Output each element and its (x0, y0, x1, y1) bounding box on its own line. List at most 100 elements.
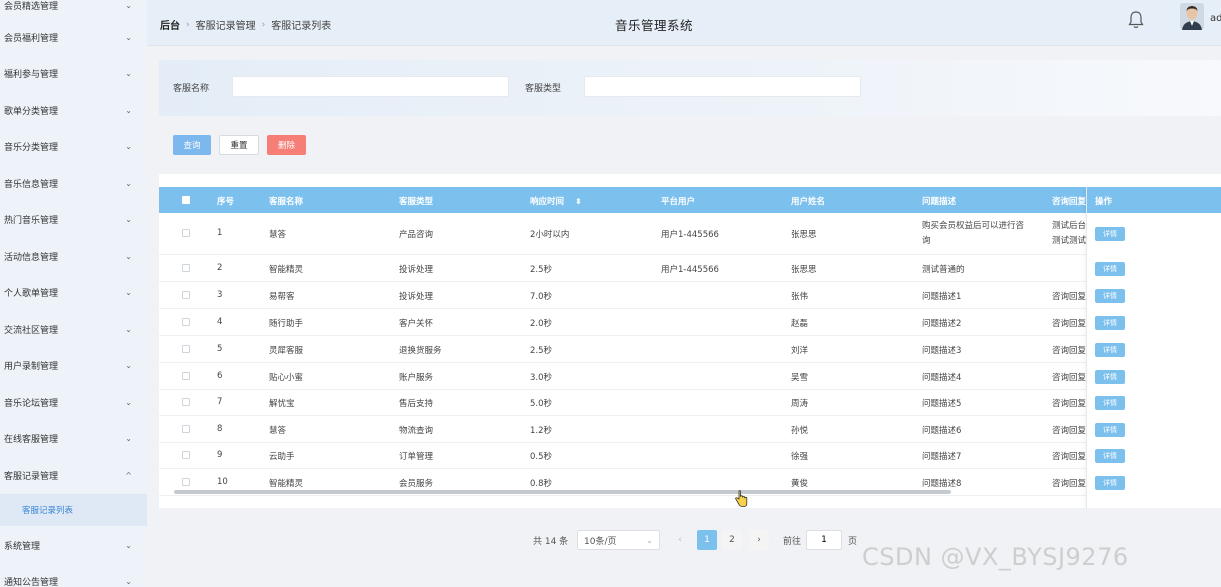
row-checkbox[interactable] (182, 264, 190, 272)
table-header: 序号 客服名称 客服类型 响应时间 ⬍ 平台用户 用户姓名 问题描述 咨询回复 (159, 187, 1221, 213)
sidebar-item[interactable]: 音乐分类管理 ⌄ (0, 128, 147, 164)
cell-reply: 咨询回复 (1052, 292, 1087, 302)
avatar-icon (1180, 3, 1204, 30)
breadcrumb: 后台 › 客服记录管理 › 客服记录列表 (160, 17, 332, 33)
customer-service-type-label: 客服类型 (525, 84, 562, 94)
cell-response-time: 0.5秒 (530, 452, 553, 462)
cell-problem: 问题描述5 (922, 399, 962, 409)
table-row[interactable]: 4 随行助手 客户关怀 2.0秒 赵磊 问题描述2 咨询回复 (159, 309, 1221, 336)
detail-button[interactable]: 详情 (1095, 423, 1125, 437)
table-row[interactable]: 1 慧答 产品咨询 2小时以内 用户1-445566 张思思 购买会员权益后可以进行咨询 测试… (159, 213, 1221, 255)
sidebar-item[interactable]: 客服记录管理 ^ (0, 457, 147, 493)
admin-name[interactable]: ad (1210, 13, 1221, 24)
row-checkbox[interactable] (182, 478, 190, 486)
cell-name: 灵犀客服 (269, 346, 304, 356)
cell-user-name: 张思思 (791, 265, 817, 275)
cell-problem: 问题描述7 (922, 452, 962, 462)
avatar[interactable] (1180, 3, 1204, 30)
sidebar-subitem-label: 客服记录列表 (22, 506, 74, 516)
cell-user-name: 吴雪 (791, 373, 809, 383)
cell-problem: 问题描述4 (922, 373, 962, 383)
breadcrumb-section[interactable]: 客服记录管理 (196, 17, 256, 32)
row-checkbox[interactable] (182, 372, 190, 380)
sidebar-item[interactable]: 音乐信息管理 ⌄ (0, 165, 147, 201)
chevron-down-icon: ⌄ (646, 535, 653, 545)
table-row[interactable]: 8 慧答 物流查询 1.2秒 孙悦 问题描述6 咨询回复 (159, 416, 1221, 443)
detail-button[interactable]: 详情 (1095, 289, 1125, 303)
breadcrumb-separator: › (261, 19, 266, 30)
sidebar-item-label: 个人歌单管理 (4, 288, 59, 299)
cell-response-time: 7.0秒 (530, 292, 553, 302)
cell-user-name: 赵磊 (791, 319, 809, 329)
chevron-down-icon: ⌄ (125, 178, 132, 188)
goto-page-input[interactable] (806, 530, 842, 550)
sidebar-item[interactable]: 福利参与管理 ⌄ (0, 55, 147, 91)
row-checkbox[interactable] (182, 318, 190, 326)
customer-service-name-input[interactable] (232, 76, 509, 97)
table-row[interactable]: 6 贴心小蜜 账户服务 3.0秒 吴雪 问题描述4 咨询回复 (159, 363, 1221, 390)
row-checkbox[interactable] (182, 398, 190, 406)
horizontal-scrollbar[interactable] (174, 490, 951, 494)
sidebar-item[interactable]: 在线客服管理 ⌄ (0, 420, 147, 456)
row-checkbox[interactable] (182, 291, 190, 299)
prev-page-button[interactable]: ‹ (670, 530, 690, 550)
sidebar-item[interactable]: 热门音乐管理 ⌄ (0, 201, 147, 237)
page-size-value: 10条/页 (584, 536, 617, 547)
page-2-button[interactable]: 2 (722, 530, 742, 550)
delete-button[interactable]: 删除 (267, 135, 306, 155)
next-page-button[interactable]: › (749, 530, 769, 550)
detail-button[interactable]: 详情 (1095, 449, 1125, 463)
sidebar-item-label: 活动信息管理 (4, 252, 59, 263)
table-row[interactable]: 3 易帮客 投诉处理 7.0秒 张伟 问题描述1 咨询回复 (159, 282, 1221, 309)
customer-service-type-input[interactable] (584, 76, 861, 97)
row-checkbox[interactable] (182, 229, 190, 237)
cell-type: 投诉处理 (399, 265, 434, 275)
row-checkbox[interactable] (182, 425, 190, 433)
detail-button[interactable]: 详情 (1095, 396, 1125, 410)
detail-button[interactable]: 详情 (1095, 476, 1125, 490)
table-row[interactable]: 9 云助手 订单管理 0.5秒 徐强 问题描述7 咨询回复 (159, 443, 1221, 469)
sidebar-item[interactable]: 音乐论坛管理 ⌄ (0, 384, 147, 420)
table-row[interactable]: 2 智能精灵 投诉处理 2.5秒 用户1-445566 张思思 测试普通的 (159, 255, 1221, 282)
column-problem: 问题描述 (922, 197, 957, 207)
table-row[interactable]: 5 灵犀客服 退换货服务 2.5秒 刘洋 问题描述3 咨询回复 (159, 336, 1221, 363)
cell-reply: 测试后台 (1052, 221, 1087, 231)
sidebar-item[interactable]: 歌单分类管理 ⌄ (0, 92, 147, 128)
chevron-down-icon: ⌄ (125, 32, 132, 42)
detail-button[interactable]: 详情 (1095, 316, 1125, 330)
detail-button[interactable]: 详情 (1095, 262, 1125, 276)
table-row[interactable]: 7 解忧宝 售后支持 5.0秒 周涛 问题描述5 咨询回复 (159, 390, 1221, 416)
detail-button[interactable]: 详情 (1095, 370, 1125, 384)
sidebar-item[interactable]: 交流社区管理 ⌄ (0, 311, 147, 347)
sidebar-item-label: 用户录制管理 (4, 361, 59, 372)
cell-index: 10 (217, 477, 228, 487)
breadcrumb-current: 客服记录列表 (271, 21, 332, 32)
page-size-select[interactable]: 10条/页 ⌄ (577, 530, 660, 550)
breadcrumb-home[interactable]: 后台 (160, 17, 180, 32)
detail-button[interactable]: 详情 (1095, 227, 1125, 241)
cell-reply-continued: 测试测试 (1052, 236, 1087, 246)
sidebar-subitem-records-list[interactable]: 客服记录列表 (0, 494, 147, 526)
cell-reply: 咨询回复 (1052, 373, 1087, 383)
row-checkbox[interactable] (182, 451, 190, 459)
column-platform-user: 平台用户 (661, 197, 696, 207)
sidebar-item-label: 会员精选管理 (4, 1, 59, 12)
sidebar-item[interactable]: 个人歌单管理 ⌄ (0, 274, 147, 310)
detail-button[interactable]: 详情 (1095, 343, 1125, 357)
query-button[interactable]: 查询 (173, 135, 211, 155)
sidebar-item[interactable]: 活动信息管理 ⌄ (0, 238, 147, 274)
sidebar-item[interactable]: 会员福利管理 ⌄ (0, 19, 147, 55)
cell-index: 4 (217, 317, 223, 327)
sidebar-item[interactable]: 通知公告管理 ⌄ (0, 563, 147, 587)
page-1-button[interactable]: 1 (697, 530, 717, 550)
row-checkbox[interactable] (182, 345, 190, 353)
operations-column: 操作 详情 详情 详情 详情 详情 详情 详情 详情 详情 详情 (1086, 187, 1221, 508)
bell-icon[interactable] (1127, 10, 1145, 30)
cell-type: 产品咨询 (399, 230, 434, 240)
sort-icon[interactable]: ⬍ (575, 197, 582, 206)
sidebar-item[interactable]: 用户录制管理 ⌄ (0, 347, 147, 383)
select-all-checkbox[interactable] (182, 196, 190, 204)
column-response-time[interactable]: 响应时间 ⬍ (530, 195, 582, 207)
cell-problem-continued: 询 (922, 236, 931, 246)
reset-button[interactable]: 重置 (219, 135, 259, 155)
